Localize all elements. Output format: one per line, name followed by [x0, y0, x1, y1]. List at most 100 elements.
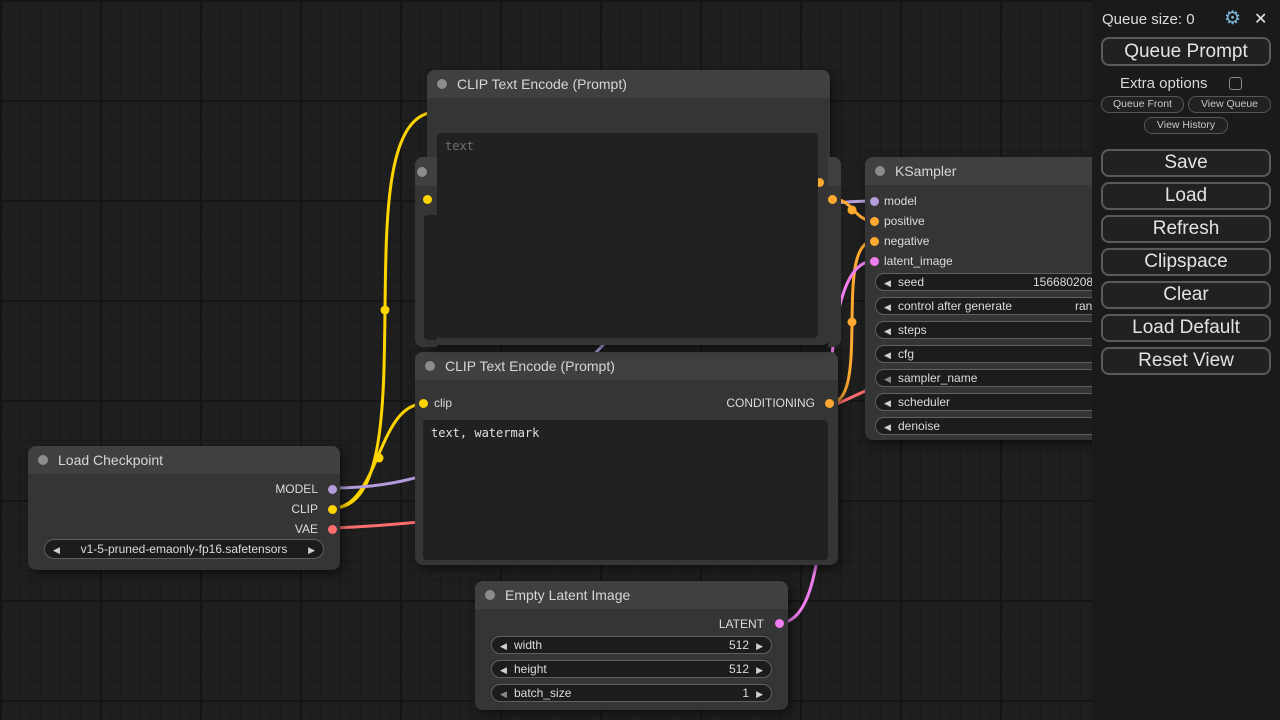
increment-arrow-icon[interactable]: ▶: [756, 689, 763, 700]
close-icon[interactable]: ✕: [1254, 9, 1267, 29]
node-header: [828, 157, 841, 186]
widget-name: scheduler: [898, 395, 950, 409]
node-header[interactable]: Load Checkpoint: [28, 446, 340, 474]
model-output-label: MODEL: [275, 482, 318, 496]
prompt-textarea-fragment: be bo: [424, 215, 437, 340]
widget-value: 1566802087: [1033, 275, 1100, 289]
node-clip-text-encode-bottom[interactable]: CLIP Text Encode (Prompt) clip CONDITION…: [415, 352, 838, 565]
clip-to-top-prompt-midpoint-dot: [381, 306, 390, 315]
decrement-arrow-icon[interactable]: ◀: [500, 641, 507, 652]
height-widget[interactable]: ◀ height 512 ▶: [491, 660, 772, 678]
batch-size-widget[interactable]: ◀ batch_size 1 ▶: [491, 684, 772, 702]
collapse-dot-icon: [417, 167, 427, 177]
widget-name: control after generate: [898, 299, 1012, 313]
latent-output-label: LATENT: [719, 617, 764, 631]
negative-conditioning-link-midpoint-dot: [848, 318, 857, 327]
node-empty-latent-image[interactable]: Empty Latent Image LATENT ◀ width 512 ▶ …: [475, 581, 788, 710]
widget-name: denoise: [898, 419, 940, 433]
load-button[interactable]: Load: [1101, 182, 1271, 210]
collapse-dot-icon[interactable]: [437, 79, 447, 89]
decrement-arrow-icon[interactable]: ◀: [500, 689, 507, 700]
model-output-slot[interactable]: [328, 485, 337, 494]
conditioning-output-slot[interactable]: [825, 399, 834, 408]
node-clip-text-encode-hidden-right[interactable]: [828, 157, 841, 347]
node-body: [828, 186, 841, 347]
decrement-arrow-icon[interactable]: ◀: [884, 350, 891, 361]
decrement-arrow-icon[interactable]: ◀: [884, 302, 891, 313]
gear-icon[interactable]: ⚙: [1224, 7, 1241, 30]
latent-output-slot[interactable]: [775, 619, 784, 628]
save-button[interactable]: Save: [1101, 149, 1271, 177]
increment-arrow-icon[interactable]: ▶: [756, 665, 763, 676]
view-queue-button[interactable]: View Queue: [1188, 96, 1271, 113]
latent-image-input-slot[interactable]: [870, 257, 879, 266]
node-clip-text-encode-hidden-left[interactable]: be bo: [415, 157, 437, 347]
node-title: Empty Latent Image: [505, 587, 630, 603]
node-title: Load Checkpoint: [58, 452, 163, 468]
clip-output-label: CLIP: [291, 502, 318, 516]
clip-to-bottom-prompt-midpoint-dot: [375, 454, 384, 463]
queue-size-label: Queue size: 0: [1102, 11, 1195, 28]
node-load-checkpoint[interactable]: Load Checkpoint MODEL CLIP VAE ◀ v1-5-pr…: [28, 446, 340, 570]
negative-input-slot[interactable]: [870, 237, 879, 246]
node-title: CLIP Text Encode (Prompt): [457, 76, 627, 92]
increment-arrow-icon[interactable]: ▶: [756, 641, 763, 652]
collapse-dot-icon[interactable]: [485, 590, 495, 600]
node-header[interactable]: Empty Latent Image: [475, 581, 788, 609]
node-title: KSampler: [895, 163, 956, 179]
node-header[interactable]: CLIP Text Encode (Prompt): [427, 70, 830, 98]
widget-name: cfg: [898, 347, 914, 361]
widget-name: seed: [898, 275, 924, 289]
clip-input-label: clip: [434, 396, 452, 410]
widget-value: 512: [729, 638, 749, 652]
vae-output-label: VAE: [295, 522, 318, 536]
negative-input-label: negative: [884, 234, 929, 248]
queue-prompt-button[interactable]: Queue Prompt: [1101, 37, 1271, 66]
collapse-dot-icon[interactable]: [425, 361, 435, 371]
width-widget[interactable]: ◀ width 512 ▶: [491, 636, 772, 654]
clipspace-button[interactable]: Clipspace: [1101, 248, 1271, 276]
extra-options-label: Extra options: [1120, 75, 1208, 92]
decrement-arrow-icon[interactable]: ◀: [884, 374, 891, 385]
widget-name: height: [514, 662, 547, 676]
clip-output-slot[interactable]: [328, 505, 337, 514]
conditioning-output-label: CONDITIONING: [726, 396, 815, 410]
load-default-button[interactable]: Load Default: [1101, 314, 1271, 342]
view-history-button[interactable]: View History: [1144, 117, 1228, 134]
node-clip-text-encode-top[interactable]: CLIP Text Encode (Prompt) clip CONDITION…: [427, 70, 830, 345]
decrement-arrow-icon[interactable]: ◀: [500, 665, 507, 676]
collapse-dot-icon[interactable]: [38, 455, 48, 465]
prompt-textarea[interactable]: text, watermark: [423, 420, 828, 560]
decrement-arrow-icon[interactable]: ◀: [884, 326, 891, 337]
prompt-textarea[interactable]: text: [437, 133, 818, 338]
ckpt-name-combo[interactable]: ◀ v1-5-pruned-emaonly-fp16.safetensors ▶: [44, 539, 324, 559]
positive-input-slot[interactable]: [870, 217, 879, 226]
decrement-arrow-icon[interactable]: ◀: [884, 422, 891, 433]
widget-name: steps: [898, 323, 927, 337]
node-header[interactable]: CLIP Text Encode (Prompt): [415, 352, 838, 380]
widget-name: sampler_name: [898, 371, 977, 385]
clip-input-slot[interactable]: [419, 399, 428, 408]
comfy-menu: Queue size: 0 ⚙ ✕ Queue Prompt Extra opt…: [1092, 0, 1280, 720]
widget-name: width: [514, 638, 542, 652]
graph-canvas[interactable]: CLIP Text Encode (Prompt) clip CONDITION…: [0, 0, 1280, 720]
widget-value: 1: [742, 686, 749, 700]
next-value-arrow-icon[interactable]: ▶: [308, 545, 315, 556]
extra-options-checkbox[interactable]: [1229, 77, 1242, 90]
latent-image-input-label: latent_image: [884, 254, 953, 268]
model-input-slot[interactable]: [870, 197, 879, 206]
clip-input-slot[interactable]: [423, 195, 432, 204]
positive-conditioning-link-midpoint-dot: [848, 206, 857, 215]
clear-button[interactable]: Clear: [1101, 281, 1271, 309]
collapse-dot-icon[interactable]: [875, 166, 885, 176]
queue-front-button[interactable]: Queue Front: [1101, 96, 1184, 113]
model-input-label: model: [884, 194, 917, 208]
decrement-arrow-icon[interactable]: ◀: [884, 398, 891, 409]
decrement-arrow-icon[interactable]: ◀: [884, 278, 891, 289]
reset-view-button[interactable]: Reset View: [1101, 347, 1271, 375]
widget-name: batch_size: [514, 686, 571, 700]
positive-input-label: positive: [884, 214, 925, 228]
vae-output-slot[interactable]: [328, 525, 337, 534]
refresh-button[interactable]: Refresh: [1101, 215, 1271, 243]
conditioning-output-slot[interactable]: [828, 195, 837, 204]
